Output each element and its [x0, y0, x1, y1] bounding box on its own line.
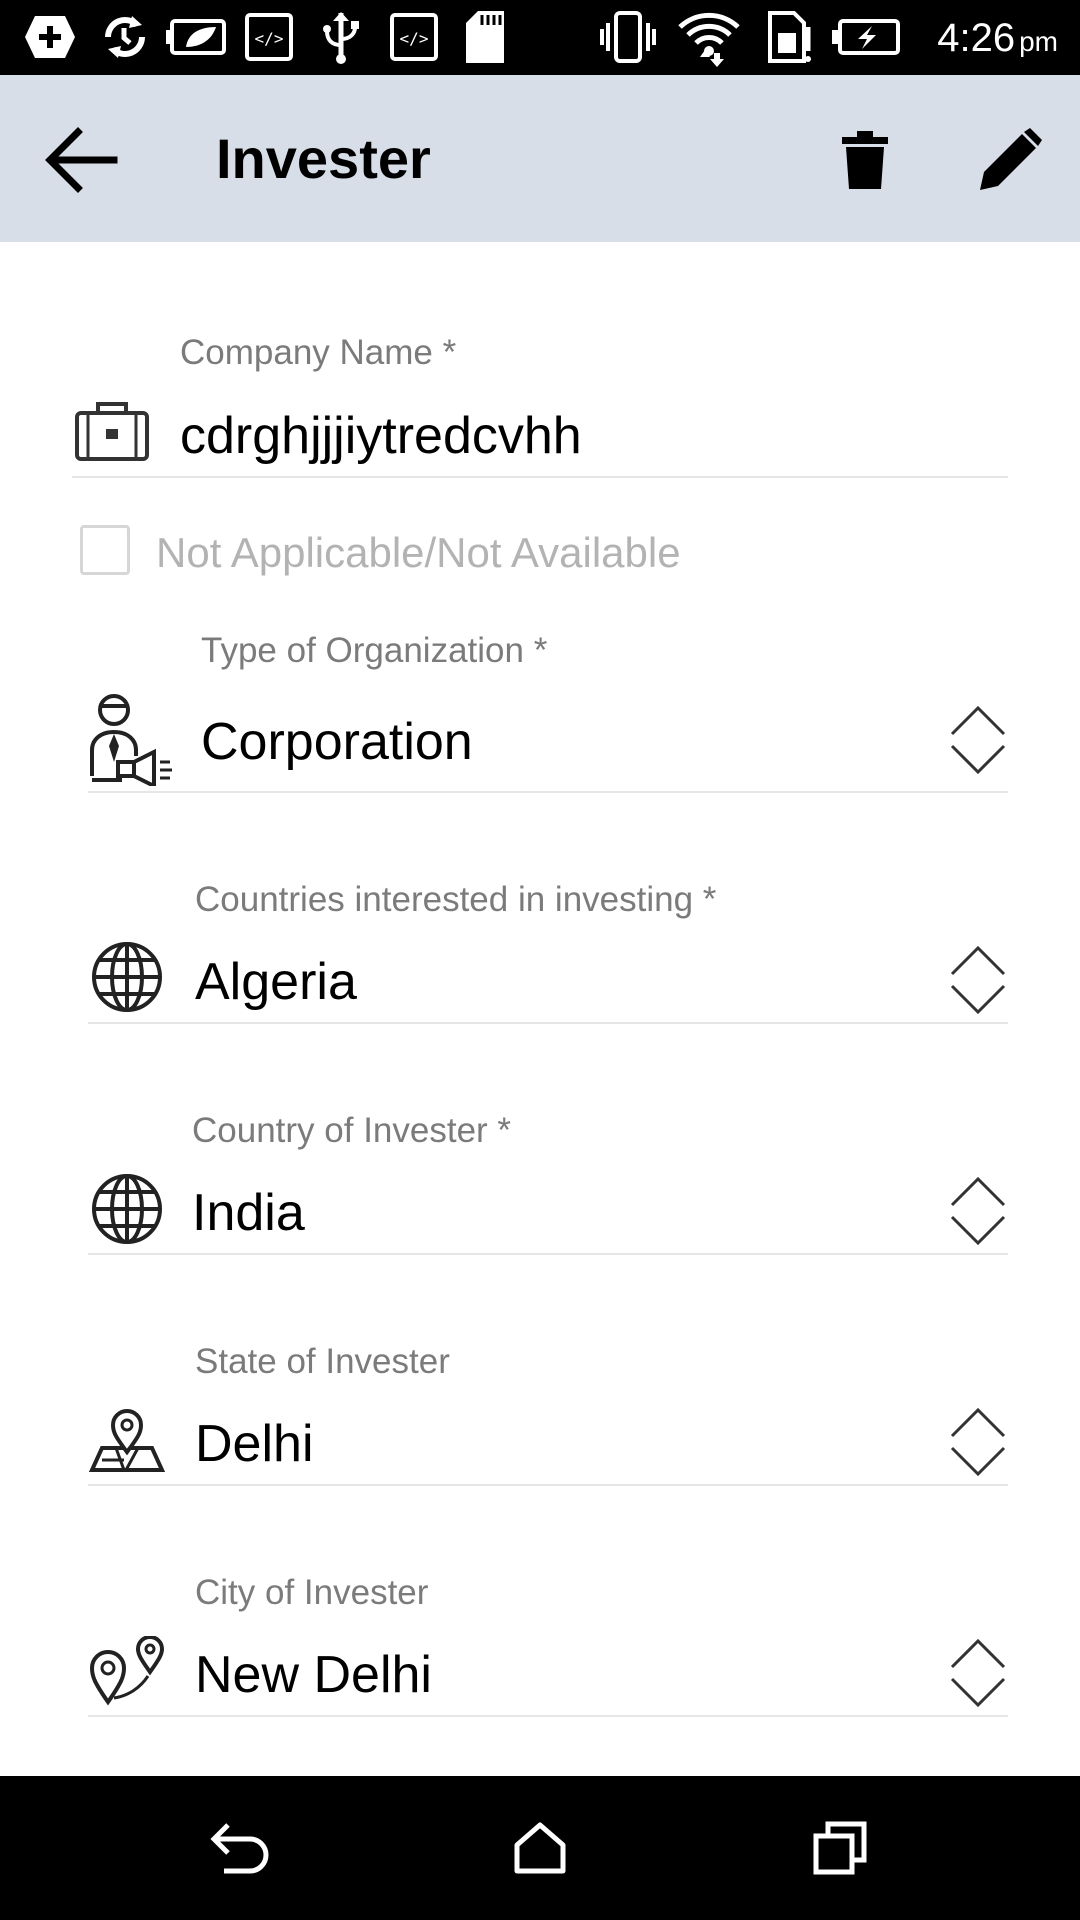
countries-interested-spinner-icon[interactable]: [948, 942, 1008, 1018]
businessman-icon: [88, 692, 174, 786]
code-icon: </>: [388, 12, 440, 62]
edit-button[interactable]: [970, 120, 1050, 200]
city-spinner-icon[interactable]: [948, 1635, 1008, 1711]
back-button[interactable]: [40, 120, 120, 200]
vibrate-icon: [598, 11, 658, 63]
globe-icon: [90, 940, 164, 1014]
clock: 4:26 pm: [937, 16, 1058, 60]
countries-interested-select[interactable]: Algeria: [195, 952, 357, 1012]
not-applicable-label: Not Applicable/Not Available: [156, 529, 681, 576]
org-type-label: Type of Organization *: [201, 631, 548, 670]
not-applicable-checkbox[interactable]: [80, 525, 130, 575]
state-spinner-icon[interactable]: [948, 1404, 1008, 1480]
status-bar: </> </> 4:26 pm: [0, 0, 1080, 75]
svg-text:</>: </>: [255, 29, 284, 48]
org-type-spinner-icon[interactable]: [948, 702, 1008, 778]
map-pin-icon: [88, 1408, 166, 1474]
delete-button[interactable]: [830, 120, 900, 200]
briefcase-icon: [74, 398, 150, 464]
country-spinner-icon[interactable]: [948, 1173, 1008, 1249]
sim-alert-icon: [758, 11, 814, 63]
state-label: State of Invester: [195, 1342, 450, 1381]
nav-back-icon: [210, 1823, 269, 1874]
city-select[interactable]: New Delhi: [195, 1645, 432, 1705]
sd-card-icon: [462, 11, 508, 63]
usb-icon: [315, 12, 367, 64]
nav-recents-button[interactable]: [800, 1808, 880, 1888]
nav-home-button[interactable]: [500, 1808, 580, 1888]
nav-recents-icon: [813, 1821, 867, 1875]
company-name-input[interactable]: cdrghjjjiytredcvhh: [180, 406, 582, 466]
location-pins-icon: [88, 1636, 168, 1706]
pencil-icon: [980, 128, 1042, 190]
battery-saver-icon: [165, 12, 229, 62]
svg-text:</>: </>: [400, 29, 429, 48]
countries-interested-label: Countries interested in investing *: [195, 880, 717, 919]
company-name-label: Company Name *: [180, 333, 457, 372]
state-select[interactable]: Delhi: [195, 1414, 314, 1474]
nav-home-icon: [514, 1822, 566, 1874]
battery-charging-icon: [832, 12, 902, 62]
company-name-underline: [72, 476, 1008, 478]
page-title: Invester: [216, 127, 431, 190]
state-underline: [88, 1484, 1008, 1486]
org-type-select[interactable]: Corporation: [201, 712, 473, 772]
org-type-underline: [88, 791, 1008, 793]
country-underline: [88, 1253, 1008, 1255]
country-label: Country of Invester *: [192, 1111, 512, 1150]
city-label: City of Invester: [195, 1573, 429, 1612]
country-select[interactable]: India: [192, 1183, 305, 1243]
sync-icon: [95, 12, 155, 62]
countries-interested-underline: [88, 1022, 1008, 1024]
trash-icon: [842, 131, 888, 189]
app-bar: Invester: [0, 75, 1080, 242]
nav-back-button[interactable]: [200, 1808, 280, 1888]
navigation-bar: [0, 1776, 1080, 1920]
wifi-icon: [676, 12, 742, 67]
code-icon: </>: [243, 12, 295, 62]
arrow-back-icon: [45, 127, 118, 193]
city-underline: [88, 1715, 1008, 1717]
add-box-icon: [20, 12, 80, 62]
globe-icon: [90, 1172, 164, 1246]
